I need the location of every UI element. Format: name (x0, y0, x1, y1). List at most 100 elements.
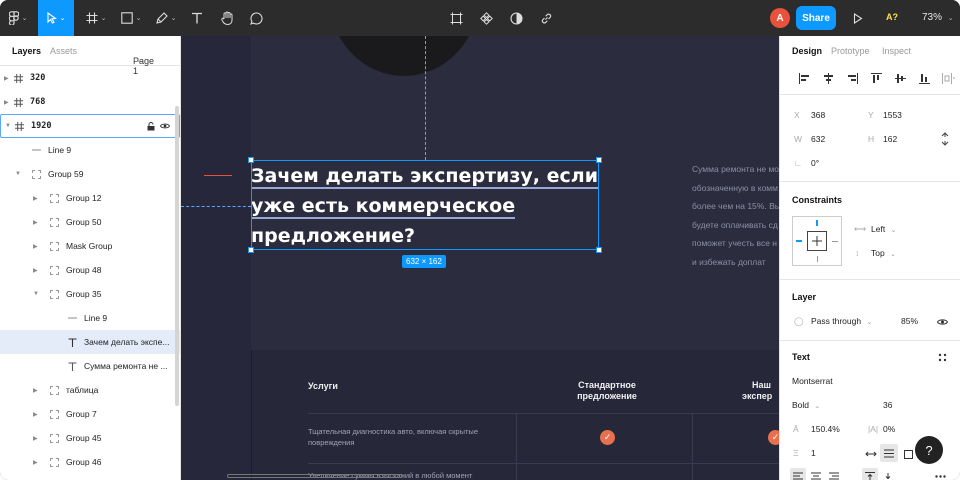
align-horizontal-center-button[interactable] (816, 70, 840, 86)
link-button[interactable] (536, 0, 556, 36)
layer-frame-768[interactable]: ▶ 768 (0, 90, 180, 114)
auto-width-button[interactable] (863, 446, 879, 462)
caret-right-icon[interactable]: ▶ (4, 99, 9, 106)
more-text-options-button[interactable] (932, 468, 948, 480)
rotation-input[interactable]: 0° (811, 158, 819, 168)
constraint-top-bar[interactable] (816, 220, 818, 226)
layer-group-35[interactable]: ▼ Group 35 (0, 282, 180, 306)
font-family-select[interactable]: Montserrat (792, 376, 833, 386)
tab-layers[interactable]: Layers (12, 46, 41, 56)
canvas-horizontal-scrollbar[interactable] (227, 474, 403, 478)
paragraph-spacing-input[interactable]: 1 (811, 448, 816, 458)
pen-tool-button[interactable]: ⌄ (151, 0, 181, 36)
y-input[interactable]: 1553 (883, 110, 902, 120)
caret-right-icon[interactable]: ▶ (33, 387, 38, 394)
distribute-button[interactable] (936, 70, 960, 86)
layer-mask-group[interactable]: ▶ Mask Group (0, 234, 180, 258)
align-right-button[interactable] (840, 70, 864, 86)
layer-text-paragraph[interactable]: Сумма ремонта не ... (0, 354, 180, 378)
x-input[interactable]: 368 (811, 110, 825, 120)
constraints-widget[interactable] (792, 216, 842, 266)
auto-height-button[interactable] (880, 444, 898, 462)
align-top-button[interactable] (864, 70, 888, 86)
shape-tool-button[interactable]: ⌄ (116, 0, 146, 36)
fixed-size-button[interactable] (900, 446, 916, 462)
user-avatar[interactable]: A (770, 8, 790, 28)
caret-right-icon[interactable]: ▶ (33, 459, 38, 466)
constraint-right-bar[interactable] (832, 241, 838, 242)
text-styles-button[interactable] (934, 349, 950, 365)
move-tool-button[interactable]: ⌄ (38, 0, 74, 36)
font-size-input[interactable]: 36 (883, 400, 892, 410)
caret-right-icon[interactable]: ▶ (33, 411, 38, 418)
layer-group-12[interactable]: ▶ Group 12 (0, 186, 180, 210)
layer-group-7[interactable]: ▶ Group 7 (0, 402, 180, 426)
align-vertical-center-button[interactable] (888, 70, 912, 86)
vertical-align-top-button[interactable] (862, 468, 878, 480)
align-bottom-button[interactable] (912, 70, 936, 86)
letter-spacing-input[interactable]: 0% (883, 424, 895, 434)
caret-right-icon[interactable]: ▶ (4, 75, 9, 82)
missing-fonts-indicator[interactable]: A? (886, 12, 898, 22)
vertical-constraint-select[interactable]: Top ⌄ (871, 248, 896, 258)
caret-down-icon[interactable]: ▼ (33, 291, 39, 297)
text-align-right-button[interactable] (826, 468, 842, 480)
layer-group-59[interactable]: ▼ Group 59 (0, 162, 180, 186)
tab-design[interactable]: Design (792, 46, 822, 56)
resize-to-fit-button[interactable] (937, 131, 953, 147)
comparison-table[interactable]: Услуги Стандартное предложение Наш экспе… (251, 350, 779, 480)
component-frame-button[interactable] (446, 0, 466, 36)
layer-visibility-toggle[interactable] (934, 314, 950, 330)
zoom-level[interactable]: 73% ⌄ (922, 12, 954, 23)
layer-group-46[interactable]: ▶ Group 46 (0, 450, 180, 474)
selection-box[interactable] (251, 160, 599, 250)
layer-line-9-nested[interactable]: Line 9 (0, 306, 180, 330)
caret-down-icon[interactable]: ▼ (15, 171, 21, 177)
tab-inspect[interactable]: Inspect (882, 46, 911, 56)
align-left-button[interactable] (792, 70, 816, 86)
hand-tool-button[interactable] (216, 0, 238, 36)
create-component-button[interactable] (476, 0, 496, 36)
width-input[interactable]: 632 (811, 134, 825, 144)
main-menu-button[interactable]: ⌄ (0, 0, 36, 36)
text-tool-button[interactable] (186, 0, 208, 36)
caret-right-icon[interactable]: ▶ (33, 219, 38, 226)
layer-group-48[interactable]: ▶ Group 48 (0, 258, 180, 282)
text-align-center-button[interactable] (808, 468, 824, 480)
caret-down-icon[interactable]: ▼ (5, 123, 11, 129)
line-9-accent[interactable] (204, 175, 232, 176)
tab-prototype[interactable]: Prototype (831, 46, 870, 56)
eye-icon[interactable] (160, 121, 170, 131)
horizontal-constraint-select[interactable]: Left ⌄ (871, 224, 896, 234)
caret-right-icon[interactable]: ▶ (33, 435, 38, 442)
caret-right-icon[interactable]: ▶ (33, 195, 38, 202)
layer-line-9[interactable]: Line 9 (0, 138, 180, 162)
layers-scrollbar[interactable] (175, 106, 179, 406)
layer-group-45[interactable]: ▶ Group 45 (0, 426, 180, 450)
resize-handle-bottom-right[interactable] (596, 247, 602, 253)
resize-handle-top-right[interactable] (596, 157, 602, 163)
frame-tool-button[interactable]: ⌄ (80, 0, 112, 36)
lock-icon[interactable] (146, 121, 156, 131)
font-weight-select[interactable]: Bold ⌄ (792, 400, 820, 410)
paragraph-text[interactable]: Сумма ремонта не мо обозначенную в комм … (692, 160, 779, 271)
line-height-input[interactable]: 150.4% (811, 424, 840, 434)
layer-tablitsa[interactable]: ▶ таблица (0, 378, 180, 402)
comment-tool-button[interactable] (245, 0, 267, 36)
tab-assets[interactable]: Assets (50, 46, 77, 56)
layer-frame-1920[interactable]: ▼ 1920 (0, 114, 180, 138)
blend-mode-select[interactable]: Pass through ⌄ (811, 316, 872, 326)
opacity-input[interactable]: 85% (901, 316, 918, 326)
resize-handle-bottom-left[interactable] (248, 247, 254, 253)
canvas[interactable]: Зачем делать экспертизу, если уже есть к… (181, 36, 779, 480)
caret-right-icon[interactable]: ▶ (33, 267, 38, 274)
mask-button[interactable] (506, 0, 526, 36)
layer-group-50[interactable]: ▶ Group 50 (0, 210, 180, 234)
share-button[interactable]: Share (796, 6, 836, 30)
help-button[interactable]: ? (915, 436, 943, 464)
constraint-left-bar[interactable] (796, 240, 802, 242)
layer-frame-320[interactable]: ▶ 320 (0, 66, 180, 90)
vertical-align-bottom-button[interactable] (880, 468, 896, 480)
caret-right-icon[interactable]: ▶ (33, 243, 38, 250)
height-input[interactable]: 162 (883, 134, 897, 144)
